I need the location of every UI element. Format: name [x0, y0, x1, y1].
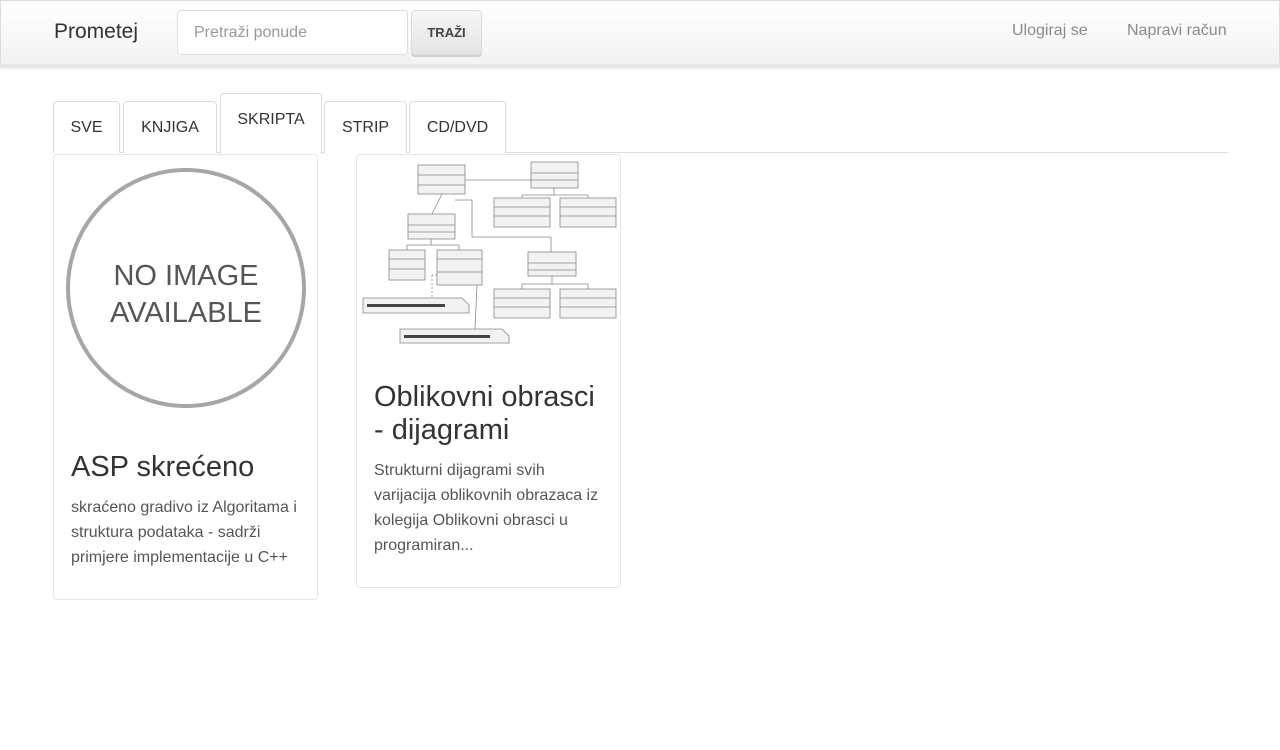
tab-strip[interactable]: STRIP	[324, 101, 407, 153]
uml-diagram-thumbnail	[362, 161, 617, 344]
tab-sve[interactable]: SVE	[53, 101, 120, 153]
register-link[interactable]: Napravi račun	[1127, 22, 1227, 40]
brand-link[interactable]: Prometej	[54, 20, 138, 44]
top-navbar: Prometej TRAŽI Ulogiraj se Napravi račun	[0, 0, 1280, 68]
no-image-placeholder: NO IMAGE AVAILABLE	[66, 168, 306, 408]
card-description: skraćeno gradivo iz Algoritama i struktu…	[71, 499, 297, 566]
category-tabs: SVE KNJIGA SKRIPTA STRIP CD/DVD	[53, 93, 1228, 154]
listing-card[interactable]: NO IMAGE AVAILABLE ASP skrećeno skraćeno…	[53, 154, 318, 600]
card-title[interactable]: Oblikovni obrasci - dijagrami	[374, 381, 610, 447]
search-input[interactable]	[177, 10, 408, 55]
card-description: Strukturni dijagrami svih varijacija obl…	[374, 462, 599, 554]
login-link[interactable]: Ulogiraj se	[1012, 22, 1088, 40]
card-title[interactable]: ASP skrećeno	[71, 451, 311, 484]
search-button[interactable]: TRAŽI	[411, 10, 482, 55]
tab-skripta[interactable]: SKRIPTA	[220, 93, 322, 154]
tab-cd-dvd[interactable]: CD/DVD	[409, 101, 506, 153]
no-image-text-line2: AVAILABLE	[110, 297, 262, 329]
tab-knjiga[interactable]: KNJIGA	[123, 101, 217, 153]
no-image-text-line1: NO IMAGE	[113, 260, 258, 292]
listing-card[interactable]: Oblikovni obrasci - dijagrami Strukturni…	[356, 154, 621, 588]
